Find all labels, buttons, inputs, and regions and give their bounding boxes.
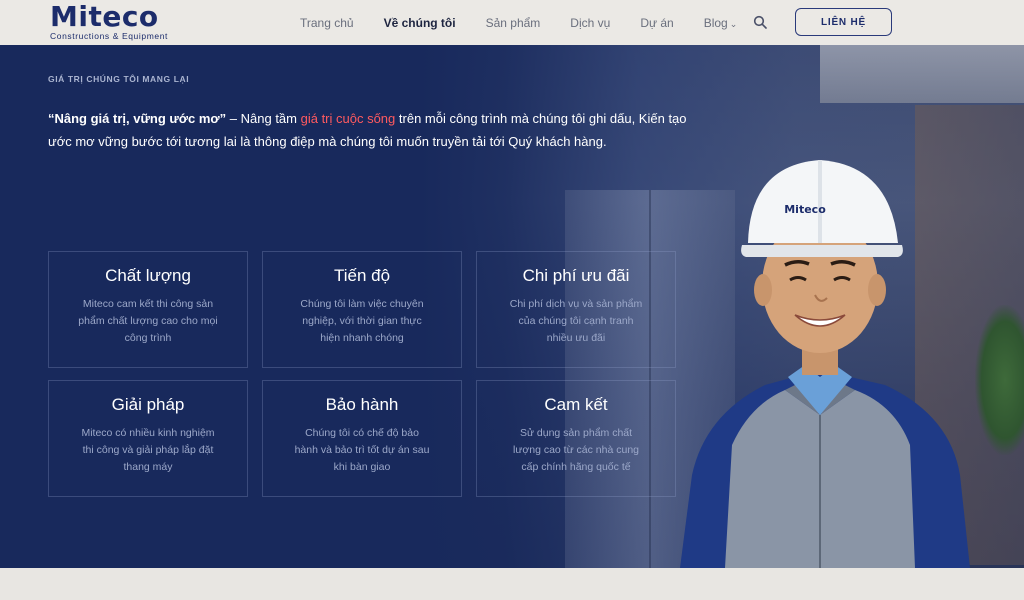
- nav-item-blog-label: Blog: [703, 15, 728, 30]
- chevron-down-icon: ⌄: [729, 18, 738, 29]
- nav-item-projects[interactable]: Dự án: [640, 16, 673, 30]
- card-description: Chúng tôi có chế độ bảo hành và bảo trì …: [294, 427, 430, 473]
- worker-illustration: Miteco: [680, 160, 970, 568]
- card-title: Chất lượng: [105, 266, 191, 285]
- card-description: Chúng tôi làm việc chuyên nghiệp, với th…: [300, 298, 424, 344]
- logo-wordmark: Miteco: [50, 0, 159, 33]
- nav-item-blog[interactable]: Blog ⌄: [704, 16, 738, 30]
- card-title: Chi phí ưu đãi: [522, 266, 630, 285]
- nav-item-home[interactable]: Trang chủ: [300, 16, 354, 30]
- site-header: Miteco Constructions & Equipment Trang c…: [0, 0, 1024, 45]
- ceiling-light: [820, 45, 1024, 103]
- footer-strip: [0, 568, 1024, 600]
- card-title: Tiến độ: [333, 266, 391, 285]
- card-description: Chi phí dịch vụ và sản phẩm của chúng tô…: [509, 298, 643, 344]
- intro-paragraph: “Nâng giá trị, vững ước mơ” – Nâng tầm g…: [48, 107, 688, 153]
- value-card-progress: Tiến độ Chúng tôi làm việc chuyên nghiệp…: [262, 251, 462, 368]
- plant-decoration: [975, 305, 1024, 455]
- card-title: Giải pháp: [111, 395, 185, 414]
- card-title: Cam kết: [544, 395, 608, 414]
- hero-section: Miteco GIÁ TRỊ CHÚNG TÔI MANG LẠI “Nâng …: [0, 45, 1024, 568]
- helmet-logo-text: Miteco: [784, 203, 826, 216]
- value-card-cost: Chi phí ưu đãi Chi phí dịch vụ và sản ph…: [476, 251, 676, 368]
- contact-button[interactable]: LIÊN HỆ: [795, 8, 892, 36]
- intro-slogan: “Nâng giá trị, vững ước mơ”: [48, 111, 227, 126]
- nav-item-about[interactable]: Về chúng tôi: [384, 16, 456, 30]
- logo[interactable]: Miteco Constructions & Equipment: [50, 2, 190, 44]
- value-card-commitment: Cam kết Sử dụng sản phẩm chất lượng cao …: [476, 380, 676, 497]
- logo-tagline: Constructions & Equipment: [50, 31, 168, 41]
- card-description: Sử dụng sản phẩm chất lượng cao từ các n…: [512, 427, 639, 473]
- card-description: Miteco cam kết thi công sản phẩm chất lư…: [78, 298, 218, 344]
- card-description: Miteco có nhiều kinh nghiệm thi công và …: [81, 427, 215, 473]
- search-icon[interactable]: [753, 15, 767, 29]
- intro-text-1: – Nâng tầm: [226, 111, 301, 126]
- nav-item-services[interactable]: Dịch vụ: [570, 16, 610, 30]
- value-card-quality: Chất lượng Miteco cam kết thi công sản p…: [48, 251, 248, 368]
- nav-item-products[interactable]: Sản phẩm: [486, 16, 541, 30]
- elevator-door-gap: [649, 190, 651, 568]
- section-label: GIÁ TRỊ CHÚNG TÔI MANG LẠI: [48, 74, 190, 84]
- value-card-solution: Giải pháp Miteco có nhiều kinh nghiệm th…: [48, 380, 248, 497]
- card-title: Bảo hành: [325, 395, 399, 414]
- value-card-warranty: Bảo hành Chúng tôi có chế độ bảo hành và…: [262, 380, 462, 497]
- intro-highlight: giá trị cuộc sống: [300, 111, 396, 126]
- main-nav: Trang chủ Về chúng tôi Sản phẩm Dịch vụ …: [300, 0, 767, 45]
